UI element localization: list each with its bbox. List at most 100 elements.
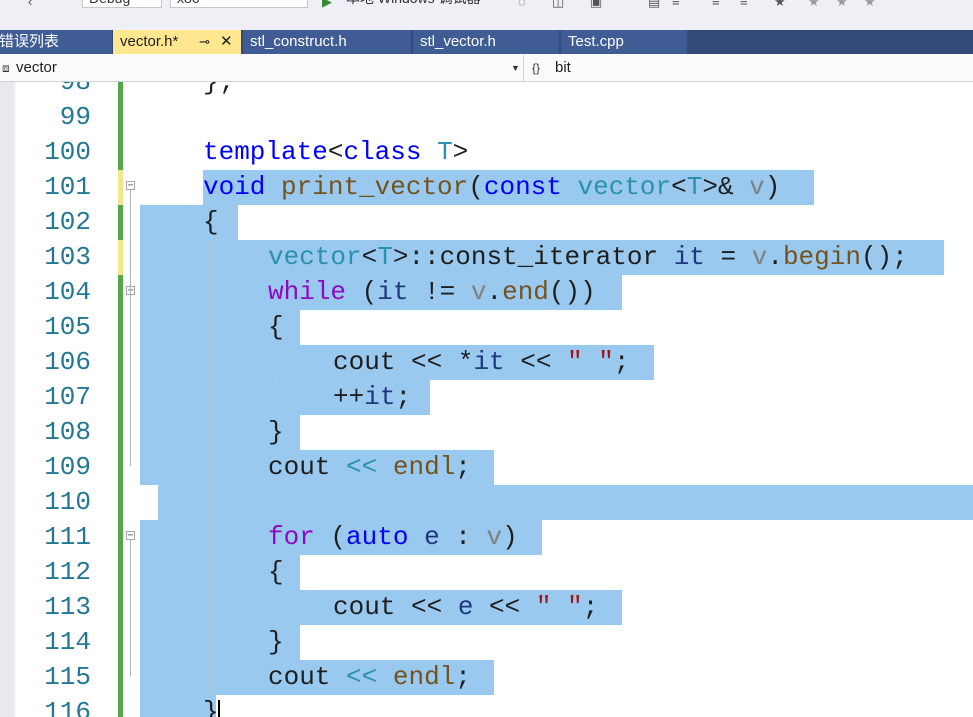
code-token: ; (455, 662, 471, 692)
selection-highlight (158, 485, 973, 520)
scope-dropdown[interactable]: ⧈ vector ▼ (0, 55, 524, 81)
code-text: { (268, 555, 284, 590)
code-line[interactable]: 100 template<class T> (0, 135, 973, 170)
code-line[interactable]: 114} (0, 625, 973, 660)
saved-change-marker (118, 275, 123, 310)
save-icon[interactable]: ▣ (590, 0, 602, 10)
code-text: cout << endl; (268, 450, 471, 485)
code-token: endl (392, 452, 456, 482)
code-text: } (268, 625, 284, 660)
bookmark-icon[interactable]: ★ (774, 0, 786, 10)
outdent-icon[interactable]: ≡ (740, 0, 748, 9)
code-text: cout << e << " "; (333, 590, 598, 625)
member-dropdown[interactable]: bit (555, 55, 571, 81)
code-line[interactable]: 98}; (0, 82, 973, 100)
code-text: for (auto e : v) (268, 520, 518, 555)
pin-icon[interactable]: ⊸ (199, 30, 210, 54)
indent-guide (275, 345, 276, 380)
code-text: cout << *it << " "; (333, 345, 630, 380)
code-text: { (268, 310, 284, 345)
code-line[interactable]: 113 cout << e << " "; (0, 590, 973, 625)
code-line[interactable]: 108} (0, 415, 973, 450)
code-token: cout (268, 452, 331, 482)
saved-change-marker (118, 590, 123, 625)
line-number: 110 (44, 487, 91, 517)
start-debug-icon[interactable]: ▶ (322, 0, 332, 10)
code-line[interactable]: 109 cout << endl; (0, 450, 973, 485)
code-line[interactable]: 111 − for (auto e : v) (0, 520, 973, 555)
code-line[interactable]: 104−while (it != v.end()) (0, 275, 973, 310)
code-line[interactable]: 115 cout << endl; (0, 660, 973, 695)
code-token: cout (268, 662, 331, 692)
configuration-dropdown[interactable]: Debug (82, 0, 162, 8)
prev-bookmark-icon[interactable]: ★ (808, 0, 820, 10)
code-token: endl (392, 662, 456, 692)
tab-vector-h[interactable]: vector.h* ⊸ ✕ (113, 30, 241, 54)
tab-error-list[interactable]: 错误列表 (0, 30, 112, 54)
code-token: ; (582, 592, 599, 622)
saved-change-marker (118, 625, 123, 660)
fold-connector (130, 540, 131, 676)
code-token: e (457, 592, 474, 622)
code-line[interactable]: 105 { (0, 310, 973, 345)
code-token: ) (502, 522, 518, 552)
collapse-icon[interactable]: − (126, 181, 135, 191)
code-line[interactable]: 99 (0, 100, 973, 135)
back-arrow-icon[interactable]: ‹ (28, 0, 32, 9)
code-token: const (483, 172, 562, 202)
code-token: > (452, 137, 469, 167)
code-token: != (408, 277, 471, 307)
code-text: cout << endl; (268, 660, 471, 695)
collapse-icon[interactable]: − (126, 531, 135, 541)
indent-guide (210, 485, 211, 520)
code-token: ; (218, 82, 235, 97)
code-token: end (502, 277, 549, 307)
code-line[interactable]: 112 { (0, 555, 973, 590)
indent-guide (210, 555, 211, 590)
code-token: . (767, 242, 783, 272)
next-bookmark-icon[interactable]: ★ (836, 0, 848, 10)
document-tab-bar: 错误列表 vector.h* ⊸ ✕ stl_construct.h stl_v… (0, 30, 973, 54)
indent-icon[interactable]: ≡ (712, 0, 720, 9)
code-token: begin (782, 242, 861, 272)
selection-highlight (140, 205, 238, 240)
start-debug-button[interactable]: 本地 Windows 调试器 (346, 0, 481, 8)
code-token: >& (702, 172, 750, 202)
code-text: template<class T> (203, 135, 468, 170)
code-token: < (327, 137, 344, 167)
code-line[interactable]: 102 { (0, 205, 973, 240)
text-caret (218, 700, 220, 717)
code-token: template (203, 137, 328, 167)
code-token: = (704, 242, 752, 272)
code-line[interactable]: 106 cout << *it << " "; (0, 345, 973, 380)
clear-bookmarks-icon[interactable]: ★ (864, 0, 876, 10)
code-token: v (751, 242, 768, 272)
code-line[interactable]: 110 (0, 485, 973, 520)
code-editor[interactable]: 98}; 99 100 template<class T> 101− void print… (0, 82, 973, 717)
tab-test-cpp[interactable]: Test.cpp (561, 30, 687, 54)
saved-change-marker (118, 555, 123, 590)
find-icon[interactable]: ◫ (552, 0, 564, 10)
save-all-icon[interactable]: ▤ (648, 0, 660, 10)
saved-change-marker (118, 205, 123, 240)
code-line[interactable]: 101 − void print_vector(const vector<T>& v… (0, 170, 973, 205)
tab-stl-construct-h[interactable]: stl_construct.h (243, 30, 411, 54)
saved-change-marker (118, 415, 123, 450)
code-line[interactable]: 107 ++it; (0, 380, 973, 415)
comment-icon[interactable]: ≡ (672, 0, 680, 9)
code-text: vector<T>::const_iterator it = v.begin()… (268, 240, 908, 275)
saved-change-marker (118, 380, 123, 415)
code-text: } (268, 415, 284, 450)
code-line[interactable]: 103 vector<T>::const_iterator it = v.begi… (0, 240, 973, 275)
tab-stl-vector-h[interactable]: stl_vector.h (413, 30, 559, 54)
platform-dropdown[interactable]: x86 (170, 0, 308, 8)
line-number: 113 (44, 592, 91, 622)
attach-icon[interactable]: ◌ (518, 0, 526, 9)
code-line[interactable]: 116} (0, 695, 973, 717)
line-number: 106 (44, 347, 91, 377)
close-icon[interactable]: ✕ (220, 30, 233, 54)
